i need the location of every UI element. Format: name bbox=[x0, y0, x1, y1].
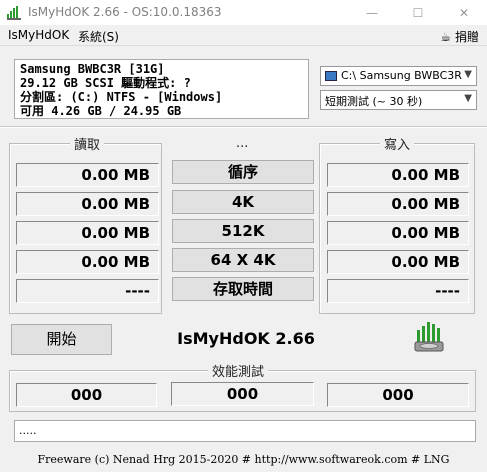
drive-info-line: 可用 4.26 GB / 24.95 GB bbox=[20, 104, 182, 118]
performance-score-total: 000 bbox=[171, 382, 314, 406]
drive-info-box: Samsung BWBC3R [31G] 29.12 GB SCSI 驅動程式:… bbox=[14, 59, 309, 119]
close-button[interactable]: ✕ bbox=[441, 0, 487, 26]
write-4k-value: 0.00 MB bbox=[327, 192, 469, 216]
performance-label: 效能測試 bbox=[208, 361, 269, 380]
drive-info-line: 分割區: (C:) NTFS - [Windows] bbox=[20, 90, 223, 104]
donate-label: 捐贈 bbox=[454, 30, 479, 44]
drive-icon bbox=[325, 71, 337, 81]
drive-select-value: C:\ Samsung BWBC3R bbox=[341, 69, 462, 82]
start-button[interactable]: 開始 bbox=[11, 324, 112, 355]
performance-score-read: 000 bbox=[16, 383, 157, 407]
read-512k-value: 0.00 MB bbox=[16, 221, 159, 245]
maximize-button[interactable]: ☐ bbox=[395, 0, 441, 26]
write-sequential-value: 0.00 MB bbox=[327, 163, 469, 187]
read-sequential-value: 0.00 MB bbox=[16, 163, 159, 187]
donate-menu[interactable]: ☕ 捐贈 bbox=[440, 28, 479, 45]
title-bar: IsMyHdOK 2.66 - OS:10.0.18363 — ☐ ✕ bbox=[0, 0, 487, 26]
minimize-button[interactable]: — bbox=[349, 0, 395, 26]
write-512k-value: 0.00 MB bbox=[327, 221, 469, 245]
coffee-cup-icon: ☕ bbox=[440, 30, 452, 44]
menu-system[interactable]: 系統(S) bbox=[78, 28, 119, 45]
sequential-button[interactable]: 循序 bbox=[172, 160, 314, 184]
access-time-button[interactable]: 存取時間 bbox=[172, 277, 314, 301]
read-label: 讀取 bbox=[70, 134, 105, 153]
footer-text[interactable]: Freeware (c) Nenad Hrg 2015-2020 # http:… bbox=[0, 453, 487, 466]
4k-button[interactable]: 4K bbox=[172, 190, 314, 214]
drive-select[interactable]: C:\ Samsung BWBC3R ▼ bbox=[320, 66, 477, 86]
performance-score-write: 000 bbox=[327, 383, 469, 407]
hdd-benchmark-icon bbox=[414, 322, 444, 352]
menu-app[interactable]: IsMyHdOK bbox=[8, 28, 69, 42]
write-access-time-value: ---- bbox=[327, 279, 469, 303]
write-64x4k-value: 0.00 MB bbox=[327, 250, 469, 274]
drive-info-line: Samsung BWBC3R [31G] bbox=[20, 62, 165, 76]
status-box: ..... bbox=[14, 420, 476, 442]
menu-bar: IsMyHdOK 系統(S) ☕ 捐贈 bbox=[0, 26, 487, 46]
chevron-down-icon: ▼ bbox=[464, 69, 472, 80]
app-logo-icon bbox=[7, 6, 21, 20]
drive-info-line: 29.12 GB SCSI 驅動程式: ? bbox=[20, 76, 191, 90]
app-name: IsMyHdOK 2.66 bbox=[177, 329, 315, 348]
test-duration-select[interactable]: 短期測試 (~ 30 秒) ▼ bbox=[320, 90, 477, 110]
read-access-time-value: ---- bbox=[16, 279, 159, 303]
read-64x4k-value: 0.00 MB bbox=[16, 250, 159, 274]
512k-button[interactable]: 512K bbox=[172, 219, 314, 243]
read-4k-value: 0.00 MB bbox=[16, 192, 159, 216]
chevron-down-icon: ▼ bbox=[464, 93, 472, 104]
write-label: 寫入 bbox=[380, 134, 415, 153]
window-title: IsMyHdOK 2.66 - OS:10.0.18363 bbox=[28, 5, 222, 19]
test-duration-value: 短期測試 (~ 30 秒) bbox=[325, 95, 423, 108]
64x4k-button[interactable]: 64 X 4K bbox=[172, 248, 314, 272]
middle-label: ... bbox=[232, 136, 253, 151]
divider bbox=[0, 126, 487, 128]
